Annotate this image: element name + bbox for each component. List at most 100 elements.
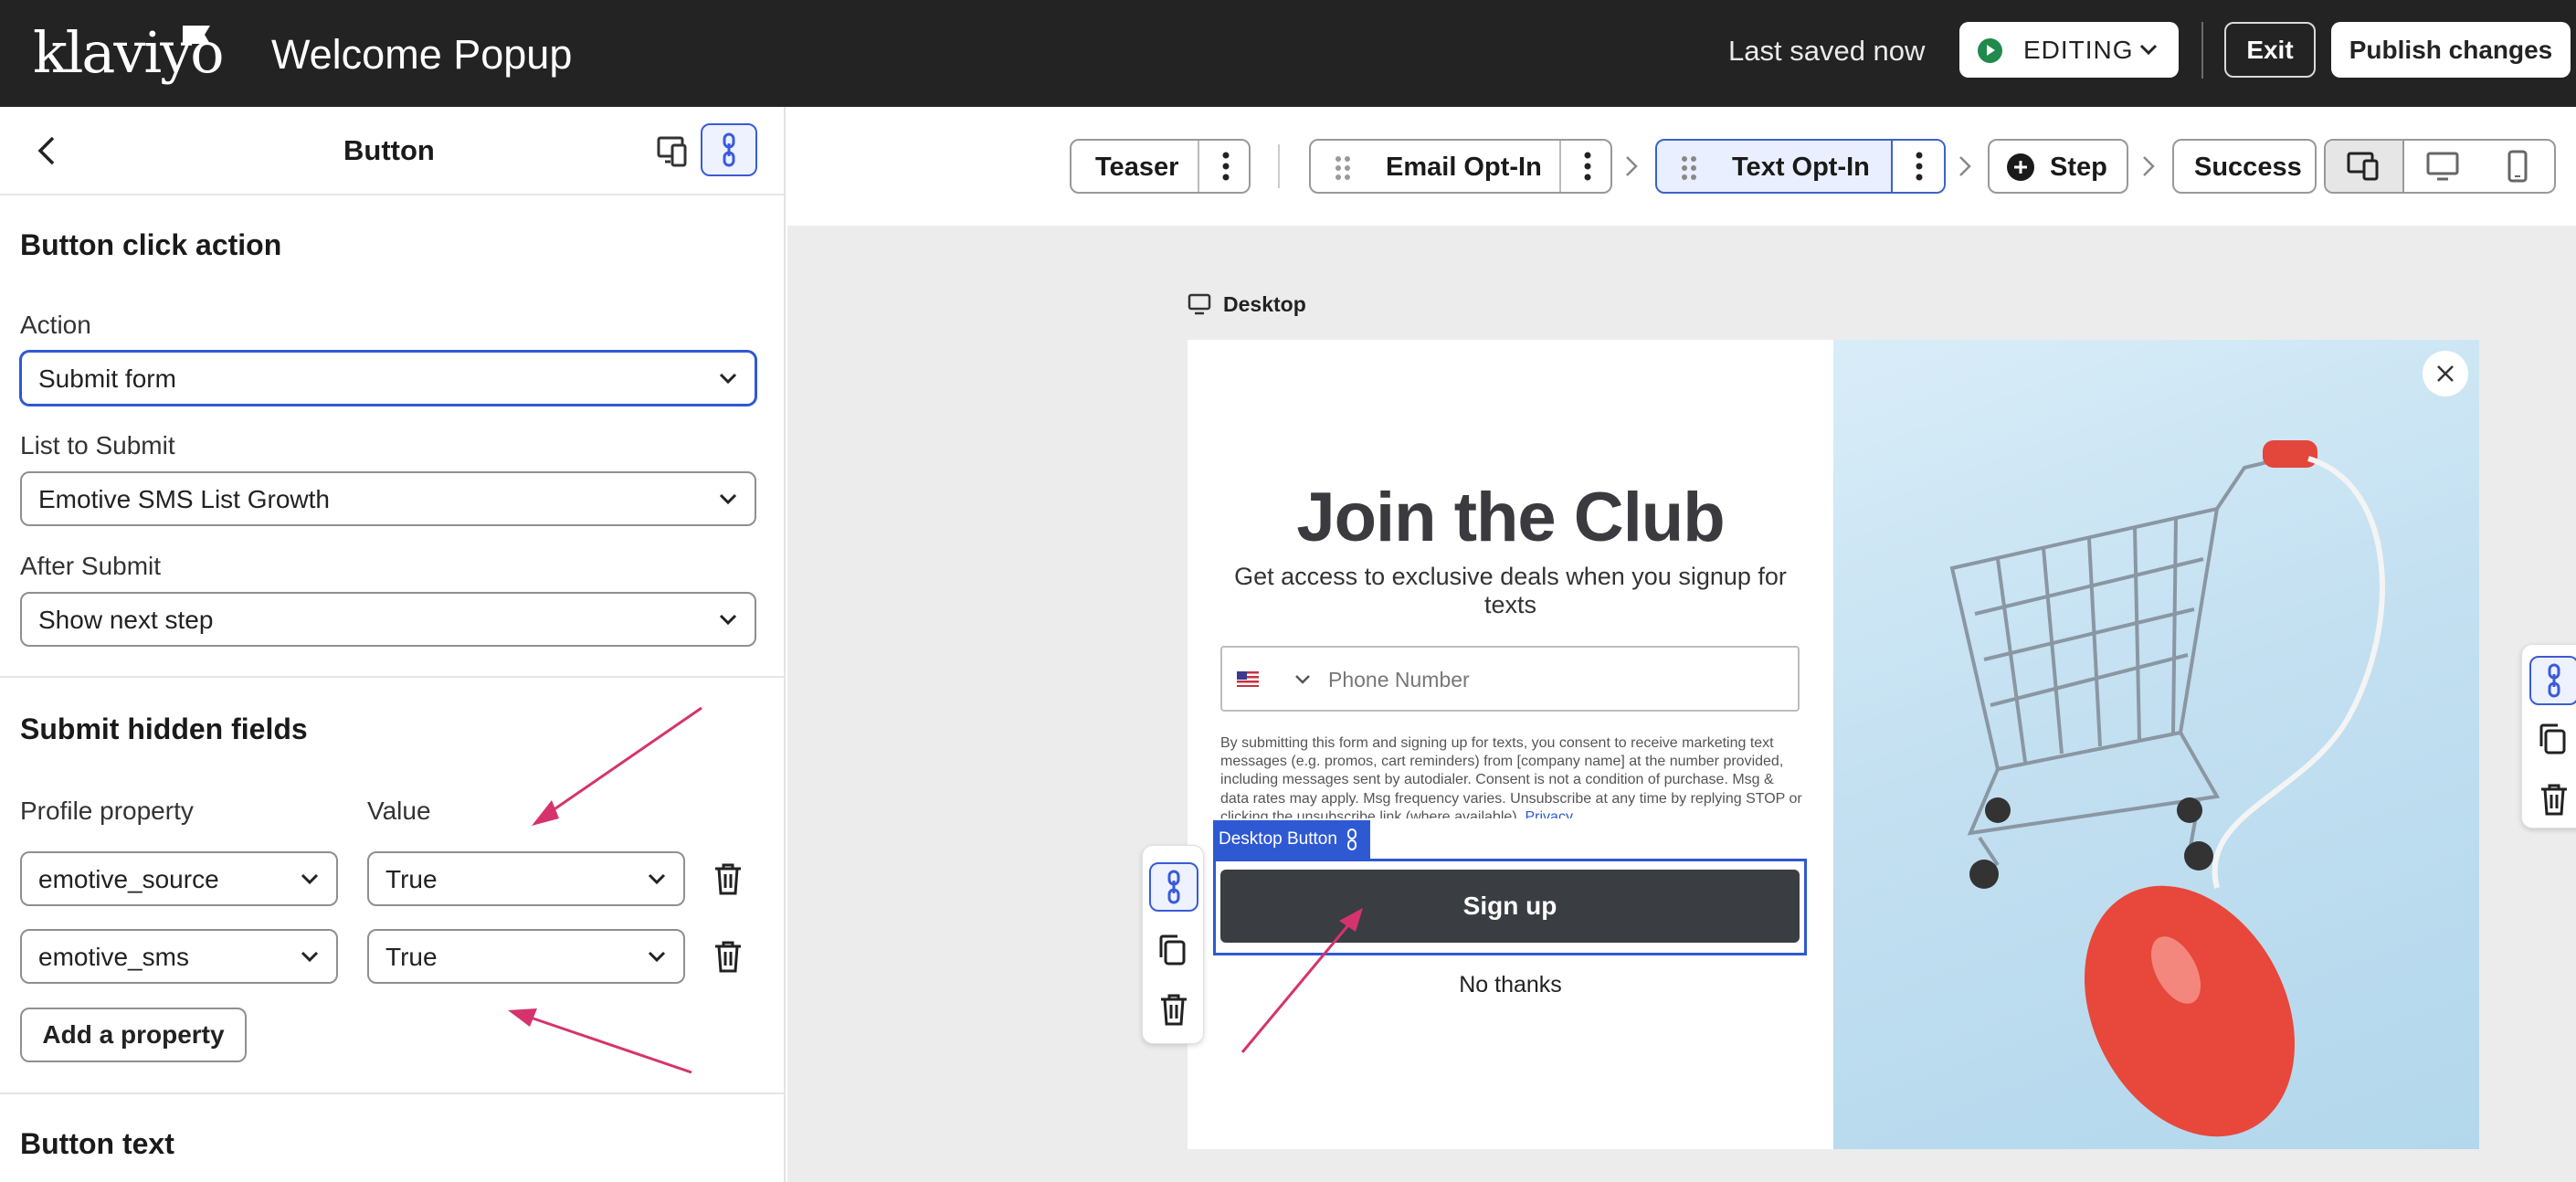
mode-label: EDITING [2023,36,2134,64]
duplicate-icon[interactable] [1157,934,1190,966]
plus-circle-icon [2007,153,2034,181]
device-toggle-group [2324,139,2556,194]
panel-title: Button [343,134,435,166]
action-select[interactable]: Submit form [20,351,756,406]
section-toolbar [2521,644,2576,828]
popup-preview: Join the Club Get access to exclusive de… [1188,340,2479,1149]
click-action-heading: Button click action [20,228,282,261]
list-to-submit-select[interactable]: Emotive SMS List Growth [20,471,756,526]
desktop-icon [1188,293,1211,315]
after-submit-value: Show next step [38,606,214,634]
popup-headline[interactable]: Join the Club [1188,477,1833,559]
step-label: Teaser [1095,153,1179,182]
link-icon [2548,663,2560,698]
step-text-opt-in[interactable]: Text Opt-In [1655,139,1946,194]
chevron-down-icon [719,493,737,505]
add-step-button[interactable]: Step [1988,139,2128,194]
trash-icon[interactable] [713,861,744,896]
add-property-button[interactable]: Add a property [20,1008,247,1062]
link-icon [723,132,735,167]
chevron-right-icon [2143,156,2155,176]
privacy-link[interactable]: Privacy [1526,809,1573,818]
step-success[interactable]: Success [2172,139,2317,194]
step-email-opt-in[interactable]: Email Opt-In [1309,139,1612,194]
step-menu-button[interactable] [1559,141,1612,192]
phone-number-field[interactable]: Phone Number [1220,646,1800,712]
trash-icon[interactable] [713,939,744,974]
popup-subheadline[interactable]: Get access to exclusive deals when you s… [1215,563,1806,619]
step-label: Email Opt-In [1386,153,1542,182]
mode-dropdown[interactable]: EDITING [1959,22,2179,78]
chevron-down-icon [301,873,319,885]
drag-handle-icon[interactable] [1335,155,1351,181]
responsive-view-button[interactable] [2326,141,2404,192]
step-label: Success [2194,153,2302,182]
panel-divider [0,1092,786,1094]
step-label: Text Opt-In [1732,153,1870,182]
publish-button[interactable]: Publish changes [2331,22,2571,78]
panel-divider [0,676,786,678]
desktop-view-icon[interactable] [2404,141,2481,192]
step-menu-button[interactable] [1198,141,1251,192]
button-text-heading: Button text [20,1127,174,1160]
link-button[interactable] [2529,656,2576,705]
value-select[interactable]: True [367,851,685,906]
property-value: emotive_source [38,865,219,893]
exit-button[interactable]: Exit [2224,22,2316,78]
link-toggle-button[interactable] [701,123,757,176]
hidden-fields-heading: Submit hidden fields [20,712,308,745]
value-select[interactable]: True [367,929,685,984]
duplicate-icon[interactable] [2538,723,2571,755]
kebab-menu-icon [1584,152,1591,181]
link-icon [1167,870,1180,904]
value-column-label: Value [367,797,431,825]
chevron-down-icon [719,373,737,385]
link-button[interactable] [1149,862,1198,912]
chevron-down-icon [648,873,666,885]
responsive-devices-icon [2347,152,2379,181]
link-icon [1347,828,1357,850]
action-label: Action [20,311,91,339]
step-separator [1278,144,1280,188]
profile-property-column-label: Profile property [20,797,194,825]
chevron-down-icon [301,951,319,963]
popup-close-button[interactable] [2423,351,2468,396]
step-menu-button[interactable] [1891,141,1944,192]
step-label: Step [2050,153,2107,182]
step-teaser[interactable]: Teaser [1070,139,1251,194]
top-bar: klaviyo Welcome Popup Last saved now EDI… [0,0,2576,107]
responsive-devices-icon[interactable] [656,132,692,169]
chevron-down-icon [719,614,737,626]
phone-placeholder: Phone Number [1328,668,1470,691]
shopping-cart-image [1833,340,2479,1149]
trash-icon[interactable] [2539,782,2570,817]
panel-divider [0,194,786,195]
property-value: emotive_sms [38,943,189,971]
shopping-cart-illustration [1949,440,2385,1137]
kebab-menu-icon [1222,152,1230,181]
no-thanks-link[interactable]: No thanks [1188,971,1833,998]
trash-icon[interactable] [1158,992,1189,1027]
chevron-right-icon [1626,156,1638,176]
chevron-down-icon [2139,44,2158,56]
legal-disclaimer[interactable]: By submitting this form and signing up f… [1220,734,1805,818]
property-select[interactable]: emotive_sms [20,929,338,984]
save-status: Last saved now [1728,35,1926,67]
editing-status-icon [1978,38,2002,63]
after-submit-select[interactable]: Show next step [20,592,756,647]
us-flag-icon [1237,671,1259,687]
selected-element-label: Desktop Button [1219,829,1337,849]
toolbar-divider [2201,22,2203,79]
legal-text: By submitting this form and signing up f… [1220,735,1802,818]
signup-button[interactable]: Sign up [1220,870,1800,943]
value-value: True [385,943,438,971]
form-title: Welcome Popup [271,31,573,78]
property-select[interactable]: emotive_source [20,851,338,906]
back-arrow-icon[interactable] [33,132,60,169]
selected-element-tag: Desktop Button [1213,820,1370,859]
chevron-down-icon [648,951,666,963]
value-value: True [385,865,438,893]
mobile-view-icon[interactable] [2481,141,2554,192]
drag-handle-icon[interactable] [1681,155,1697,181]
chevron-down-icon[interactable] [1293,673,1312,686]
